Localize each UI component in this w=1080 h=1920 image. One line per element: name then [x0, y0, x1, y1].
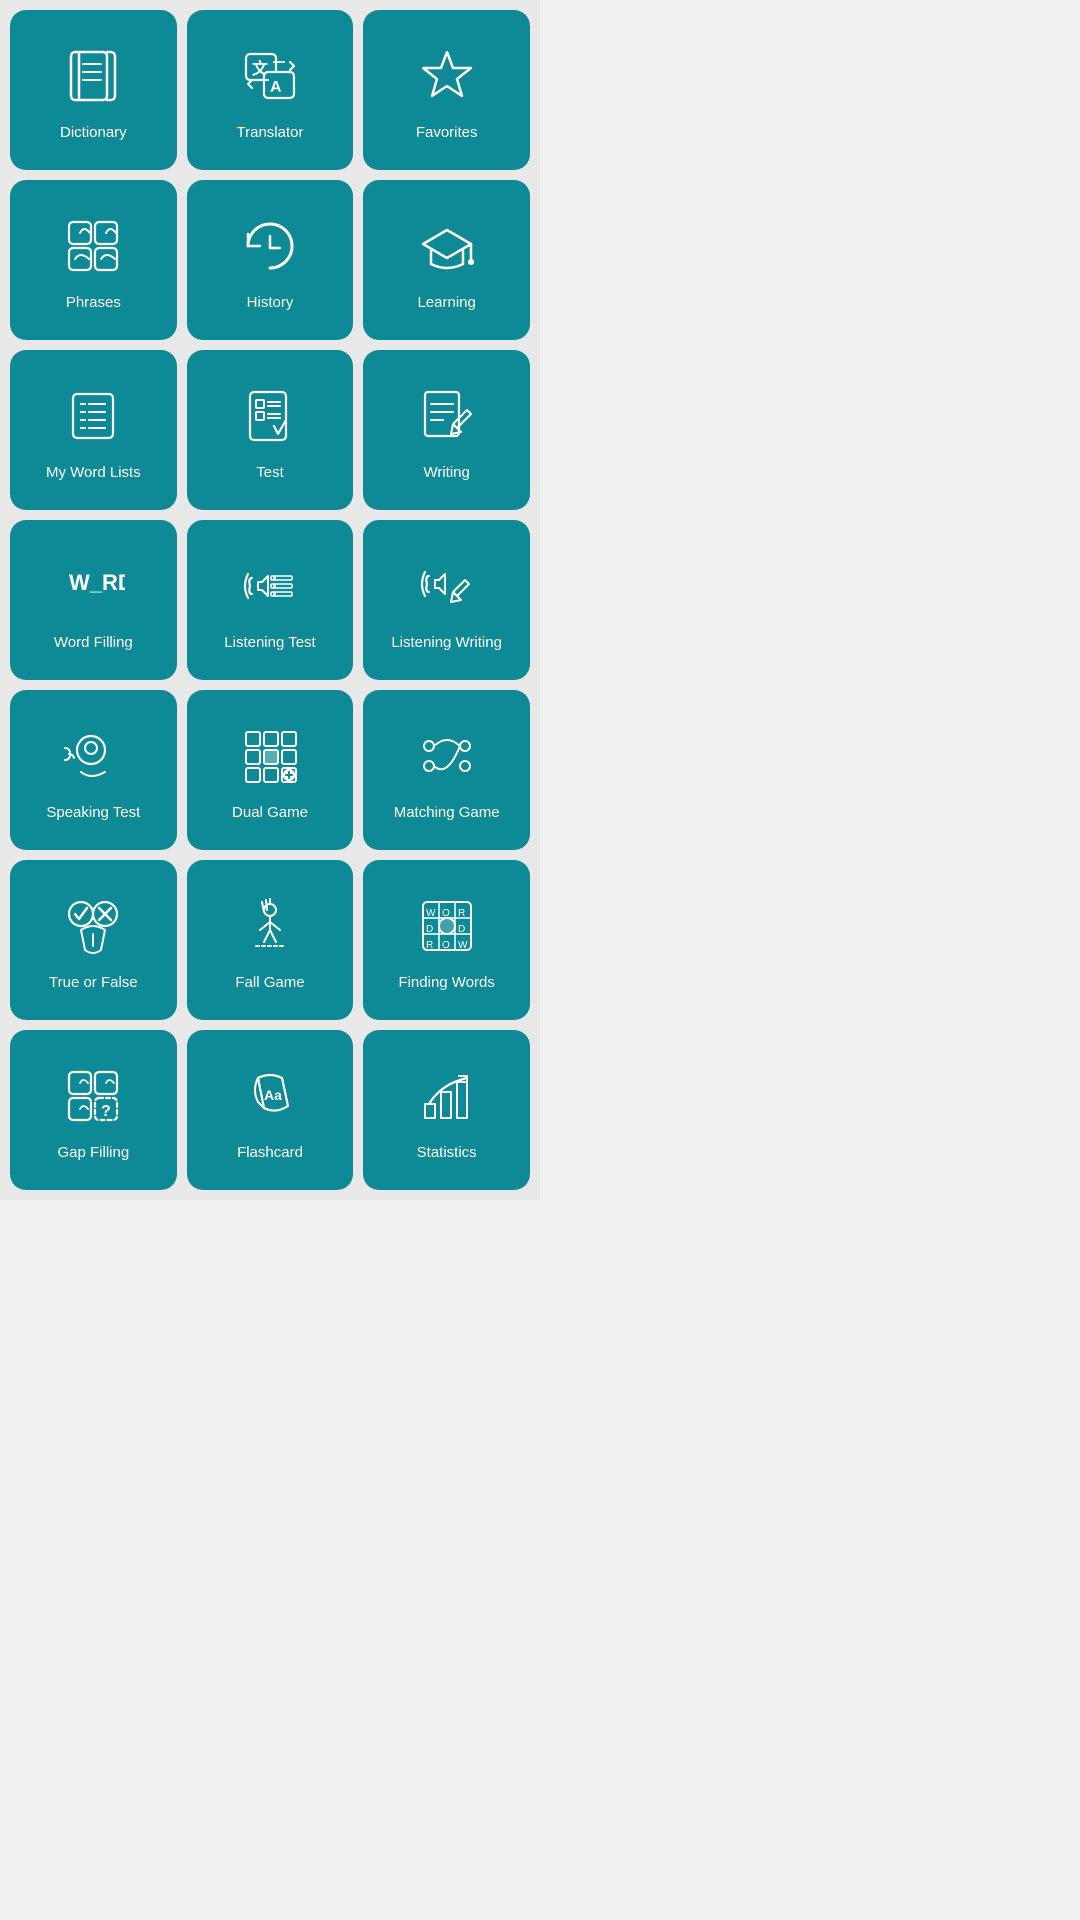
main-grid: Dictionary 文 A Translator Favorites — [0, 0, 540, 1200]
dictionary-label: Dictionary — [60, 124, 127, 142]
fall-game-icon — [234, 890, 306, 962]
svg-text:W: W — [426, 908, 436, 919]
flashcard-icon: Aa — [234, 1060, 306, 1132]
speaking-test-label: Speaking Test — [46, 804, 140, 822]
test-icon — [234, 380, 306, 452]
translator-label: Translator — [237, 124, 304, 142]
matching-game-icon — [411, 720, 483, 792]
tile-phrases[interactable]: Phrases — [10, 180, 177, 340]
svg-text:R: R — [426, 940, 433, 951]
listening-writing-icon — [411, 550, 483, 622]
fall-game-label: Fall Game — [235, 974, 304, 992]
tile-history[interactable]: History — [187, 180, 354, 340]
tile-word-filling[interactable]: W_RD Word Filling — [10, 520, 177, 680]
flashcard-label: Flashcard — [237, 1144, 303, 1162]
history-label: History — [247, 294, 294, 312]
phrases-icon — [57, 210, 129, 282]
finding-words-icon: W O R D D R O W — [411, 890, 483, 962]
tile-fall-game[interactable]: Fall Game — [187, 860, 354, 1020]
my-word-lists-label: My Word Lists — [46, 464, 141, 482]
svg-text:?: ? — [101, 1103, 111, 1120]
true-or-false-label: True or False — [49, 974, 138, 992]
word-filling-label: Word Filling — [54, 634, 133, 652]
tile-true-or-false[interactable]: True or False — [10, 860, 177, 1020]
translator-icon: 文 A — [234, 40, 306, 112]
svg-text:D: D — [426, 924, 433, 935]
tile-gap-filling[interactable]: ? Gap Filling — [10, 1030, 177, 1190]
tile-writing[interactable]: Writing — [363, 350, 530, 510]
gap-filling-label: Gap Filling — [57, 1144, 129, 1162]
dual-game-label: Dual Game — [232, 804, 308, 822]
svg-text:R: R — [458, 908, 465, 919]
tile-test[interactable]: Test — [187, 350, 354, 510]
tile-dual-game[interactable]: Dual Game — [187, 690, 354, 850]
phrases-label: Phrases — [66, 294, 121, 312]
listening-test-label: Listening Test — [224, 634, 315, 652]
svg-text:A: A — [270, 79, 282, 96]
writing-label: Writing — [423, 464, 469, 482]
dictionary-icon — [57, 40, 129, 112]
finding-words-label: Finding Words — [398, 974, 494, 992]
svg-text:Aa: Aa — [264, 1087, 282, 1103]
tile-matching-game[interactable]: Matching Game — [363, 690, 530, 850]
gap-filling-icon: ? — [57, 1060, 129, 1132]
test-label: Test — [256, 464, 284, 482]
learning-icon — [411, 210, 483, 282]
tile-statistics[interactable]: Statistics — [363, 1030, 530, 1190]
matching-game-label: Matching Game — [394, 804, 500, 822]
tile-dictionary[interactable]: Dictionary — [10, 10, 177, 170]
favorites-icon — [411, 40, 483, 112]
tile-favorites[interactable]: Favorites — [363, 10, 530, 170]
speaking-test-icon — [57, 720, 129, 792]
listening-writing-label: Listening Writing — [391, 634, 502, 652]
tile-translator[interactable]: 文 A Translator — [187, 10, 354, 170]
word-filling-icon: W_RD — [57, 550, 129, 622]
writing-icon — [411, 380, 483, 452]
svg-text:W_RD: W_RD — [69, 570, 125, 595]
tile-listening-test[interactable]: Listening Test — [187, 520, 354, 680]
true-or-false-icon — [57, 890, 129, 962]
dual-game-icon — [234, 720, 306, 792]
tile-listening-writing[interactable]: Listening Writing — [363, 520, 530, 680]
tile-learning[interactable]: Learning — [363, 180, 530, 340]
tile-flashcard[interactable]: Aa Flashcard — [187, 1030, 354, 1190]
svg-text:D: D — [458, 924, 465, 935]
tile-finding-words[interactable]: W O R D D R O W Finding Words — [363, 860, 530, 1020]
history-icon — [234, 210, 306, 282]
svg-text:W: W — [458, 940, 468, 951]
learning-label: Learning — [417, 294, 475, 312]
my-word-lists-icon — [57, 380, 129, 452]
favorites-label: Favorites — [416, 124, 478, 142]
tile-speaking-test[interactable]: Speaking Test — [10, 690, 177, 850]
tile-my-word-lists[interactable]: My Word Lists — [10, 350, 177, 510]
listening-test-icon — [234, 550, 306, 622]
statistics-icon — [411, 1060, 483, 1132]
svg-text:O: O — [442, 940, 450, 951]
statistics-label: Statistics — [417, 1144, 477, 1162]
